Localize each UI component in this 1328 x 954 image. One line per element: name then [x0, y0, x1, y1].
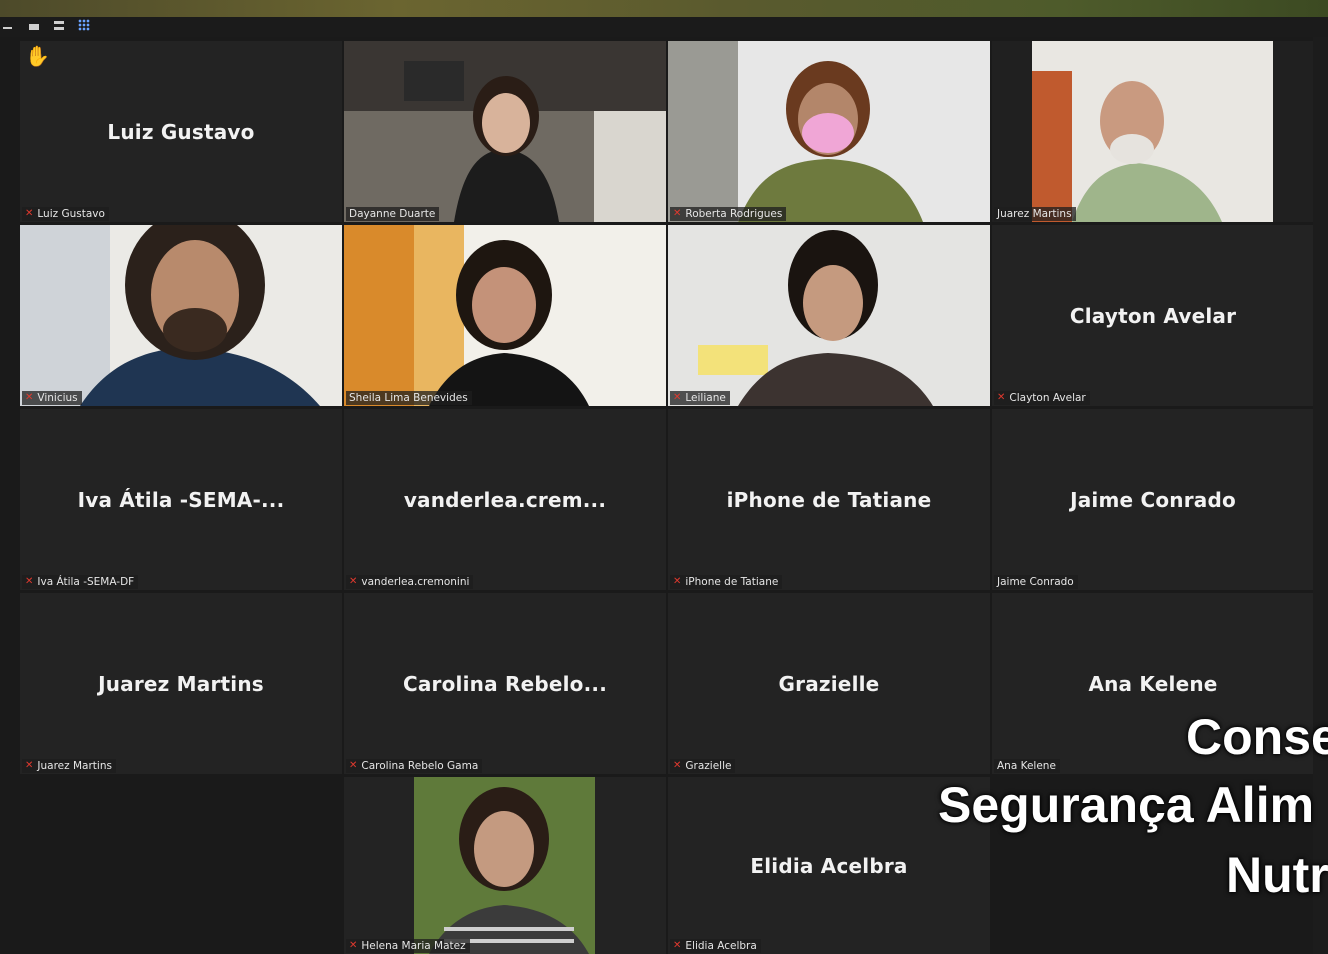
mic-muted-icon: ✕	[673, 760, 682, 771]
mic-muted-icon: ✕	[673, 208, 682, 219]
participant-video-tile[interactable]: Dayanne Duarte	[344, 41, 666, 222]
overlay-caption-line: Segurança Alim	[938, 777, 1315, 833]
participant-name: Leiliane	[685, 392, 726, 404]
participant-display-name: Luiz Gustavo	[107, 119, 255, 144]
participant-name: Roberta Rodrigues	[685, 208, 783, 220]
participant-name: Juarez Martins	[37, 760, 112, 772]
participant-tile[interactable]: Grazielle ✕ Grazielle	[668, 593, 990, 774]
participant-name: Ana Kelene	[997, 760, 1056, 772]
participant-name: Jaime Conrado	[997, 576, 1074, 588]
participant-tile[interactable]: Juarez Martins ✕ Juarez Martins	[20, 593, 342, 774]
participant-name-label: Juarez Martins	[994, 207, 1076, 221]
participant-name-label: ✕ Juarez Martins	[22, 759, 116, 773]
mic-muted-icon: ✕	[25, 208, 34, 219]
participant-name-label: ✕ Iva Átila -SEMA-DF	[22, 575, 139, 589]
mic-muted-icon: ✕	[673, 940, 682, 951]
participant-video-tile[interactable]: ✕ Vinicius	[20, 225, 342, 406]
participant-name-label: ✕ Luiz Gustavo	[22, 207, 109, 221]
overlay-caption-line: Conse	[1186, 709, 1328, 765]
gallery-grid-icon[interactable]	[78, 19, 90, 31]
participant-name-label: ✕ Leiliane	[670, 391, 730, 405]
participant-name-label: ✕ Carolina Rebelo Gama	[346, 759, 483, 773]
participant-tile[interactable]: Iva Átila -SEMA-... ✕ Iva Átila -SEMA-DF	[20, 409, 342, 590]
participant-name: Luiz Gustavo	[37, 208, 105, 220]
participant-name: Clayton Avelar	[1009, 392, 1086, 404]
participant-display-name: Grazielle	[778, 671, 880, 696]
participant-video	[344, 225, 666, 406]
participant-video-tile[interactable]: ✕ Leiliane	[668, 225, 990, 406]
participant-name: Iva Átila -SEMA-DF	[37, 576, 135, 588]
participant-photo-tile[interactable]: ✕ Helena Maria Matez	[344, 777, 666, 954]
participant-display-name: Elidia Acelbra	[750, 853, 908, 878]
participant-video-tile[interactable]: Juarez Martins	[992, 41, 1314, 222]
participant-name-label: ✕ Elidia Acelbra	[670, 939, 761, 953]
participant-name-label: ✕ Vinicius	[22, 391, 82, 405]
participant-name-label: Dayanne Duarte	[346, 207, 440, 221]
minimize-icon[interactable]	[3, 27, 12, 29]
participant-video	[668, 41, 990, 222]
participant-tile[interactable]: Clayton Avelar ✕ Clayton Avelar	[992, 225, 1314, 406]
participant-tile[interactable]: iPhone de Tatiane ✕ iPhone de Tatiane	[668, 409, 990, 590]
mic-muted-icon: ✕	[673, 392, 682, 403]
participant-name: Juarez Martins	[997, 208, 1072, 220]
participant-name: iPhone de Tatiane	[685, 576, 779, 588]
participant-display-name: Carolina Rebelo...	[402, 671, 608, 696]
participant-video	[20, 225, 342, 406]
participant-name: Grazielle	[685, 760, 732, 772]
participant-video-tile[interactable]: ✕ Roberta Rodrigues	[668, 41, 990, 222]
participant-name: Carolina Rebelo Gama	[361, 760, 479, 772]
participant-name-label: ✕ iPhone de Tatiane	[670, 575, 783, 589]
participant-video	[344, 41, 666, 222]
participant-name-label: Jaime Conrado	[994, 575, 1078, 589]
participant-name-label: Ana Kelene	[994, 759, 1060, 773]
participant-display-name: Juarez Martins	[98, 671, 264, 696]
participant-name-label: Sheila Lima Benevides	[346, 391, 472, 405]
banner-strip	[0, 0, 1328, 17]
speaker-view-icon[interactable]	[29, 24, 39, 30]
participant-name-label: ✕ Roberta Rodrigues	[670, 207, 787, 221]
participant-video	[668, 225, 990, 406]
participant-video	[992, 41, 1314, 222]
participant-name: Vinicius	[37, 392, 78, 404]
participant-display-name: Jaime Conrado	[1070, 487, 1236, 512]
participant-tile[interactable]: vanderlea.crem... ✕ vanderlea.cremonini	[344, 409, 666, 590]
gallery-strip-icon[interactable]	[54, 21, 64, 31]
overlay-caption-line: Nutr	[1226, 847, 1328, 903]
mic-muted-icon: ✕	[997, 392, 1006, 403]
participant-name-label: ✕ vanderlea.cremonini	[346, 575, 474, 589]
participant-display-name: Ana Kelene	[1088, 671, 1218, 696]
view-toolbar	[0, 17, 1328, 37]
participant-name: vanderlea.cremonini	[361, 576, 470, 588]
participant-display-name: Iva Átila -SEMA-...	[77, 487, 285, 512]
mic-muted-icon: ✕	[349, 940, 358, 951]
raised-hand-icon: ✋	[25, 44, 50, 68]
participant-name-label: ✕ Helena Maria Matez	[346, 939, 470, 953]
mic-muted-icon: ✕	[349, 760, 358, 771]
participant-name: Elidia Acelbra	[685, 940, 757, 952]
participant-name: Helena Maria Matez	[361, 940, 466, 952]
participant-name: Dayanne Duarte	[349, 208, 436, 220]
participant-name-label: ✕ Grazielle	[670, 759, 736, 773]
mic-muted-icon: ✕	[25, 576, 34, 587]
mic-muted-icon: ✕	[25, 760, 34, 771]
participant-video-tile-active-speaker[interactable]: Sheila Lima Benevides	[344, 225, 666, 406]
participant-tile[interactable]: Luiz Gustavo ✕ Luiz Gustavo	[20, 41, 342, 222]
participant-name-label: ✕ Clayton Avelar	[994, 391, 1090, 405]
participant-display-name: Clayton Avelar	[1069, 303, 1237, 328]
participant-display-name: iPhone de Tatiane	[726, 487, 932, 512]
mic-muted-icon: ✕	[673, 576, 682, 587]
participant-tile[interactable]: Carolina Rebelo... ✕ Carolina Rebelo Gam…	[344, 593, 666, 774]
mic-muted-icon: ✕	[25, 392, 34, 403]
participant-name: Sheila Lima Benevides	[349, 392, 468, 404]
participant-photo	[344, 777, 666, 954]
mic-muted-icon: ✕	[349, 576, 358, 587]
participant-tile[interactable]: Jaime Conrado Jaime Conrado	[992, 409, 1314, 590]
participant-display-name: vanderlea.crem...	[403, 487, 607, 512]
